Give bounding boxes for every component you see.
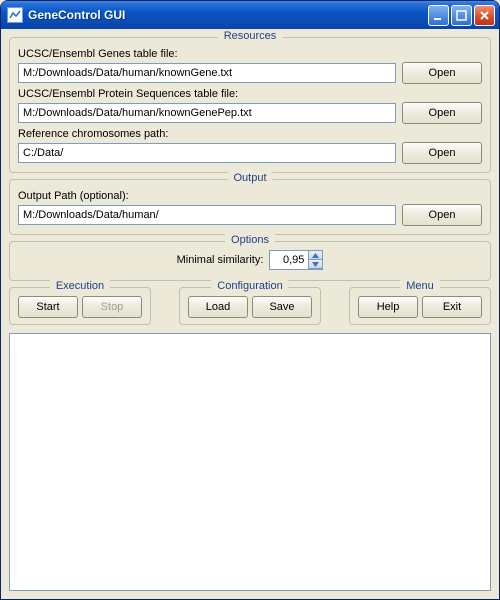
- app-icon: [7, 7, 23, 23]
- menu-group: Menu Help Exit: [349, 287, 491, 325]
- spin-buttons: [308, 251, 322, 269]
- chrom-open-button[interactable]: Open: [402, 142, 482, 164]
- save-button[interactable]: Save: [252, 296, 312, 318]
- minimize-button[interactable]: [428, 5, 449, 26]
- chrom-path-label: Reference chromosomes path:: [18, 128, 482, 140]
- output-legend: Output: [227, 172, 272, 184]
- min-similarity-label: Minimal similarity:: [177, 254, 264, 266]
- protein-file-label: UCSC/Ensembl Protein Sequences table fil…: [18, 88, 482, 100]
- resources-legend: Resources: [218, 30, 283, 42]
- spacer: [159, 287, 171, 325]
- help-button[interactable]: Help: [358, 296, 418, 318]
- genes-file-label: UCSC/Ensembl Genes table file:: [18, 48, 482, 60]
- protein-file-row: Open: [18, 102, 482, 124]
- output-group: Output Output Path (optional): Open: [9, 179, 491, 235]
- spin-up-button[interactable]: [308, 251, 322, 260]
- min-similarity-spinbox[interactable]: [269, 250, 323, 270]
- close-button[interactable]: [474, 5, 495, 26]
- window-controls: [428, 5, 495, 26]
- protein-file-input[interactable]: [18, 103, 396, 123]
- chrom-path-input[interactable]: [18, 143, 396, 163]
- load-button[interactable]: Load: [188, 296, 248, 318]
- menu-legend: Menu: [400, 280, 440, 292]
- exit-button[interactable]: Exit: [422, 296, 482, 318]
- client-area: Resources UCSC/Ensembl Genes table file:…: [1, 29, 499, 599]
- output-path-label: Output Path (optional):: [18, 190, 482, 202]
- configuration-group: Configuration Load Save: [179, 287, 321, 325]
- chrom-path-row: Open: [18, 142, 482, 164]
- action-button-row: Execution Start Stop Configuration Load …: [9, 287, 491, 325]
- titlebar: GeneControl GUI: [1, 1, 499, 29]
- configuration-legend: Configuration: [211, 280, 288, 292]
- window-title: GeneControl GUI: [28, 8, 428, 22]
- log-output-pane[interactable]: [9, 333, 491, 591]
- spin-down-button[interactable]: [308, 260, 322, 269]
- min-similarity-input[interactable]: [270, 251, 308, 269]
- options-inner: Minimal similarity:: [18, 248, 482, 272]
- execution-group: Execution Start Stop: [9, 287, 151, 325]
- protein-open-button[interactable]: Open: [402, 102, 482, 124]
- genes-file-input[interactable]: [18, 63, 396, 83]
- output-path-row: Open: [18, 204, 482, 226]
- options-legend: Options: [225, 234, 275, 246]
- output-open-button[interactable]: Open: [402, 204, 482, 226]
- resources-group: Resources UCSC/Ensembl Genes table file:…: [9, 37, 491, 173]
- output-path-input[interactable]: [18, 205, 396, 225]
- start-button[interactable]: Start: [18, 296, 78, 318]
- app-window: GeneControl GUI Resources UCSC/Ensembl G…: [0, 0, 500, 600]
- execution-legend: Execution: [50, 280, 110, 292]
- genes-file-row: Open: [18, 62, 482, 84]
- maximize-button[interactable]: [451, 5, 472, 26]
- options-group: Options Minimal similarity:: [9, 241, 491, 281]
- genes-open-button[interactable]: Open: [402, 62, 482, 84]
- stop-button[interactable]: Stop: [82, 296, 142, 318]
- spacer: [329, 287, 341, 325]
